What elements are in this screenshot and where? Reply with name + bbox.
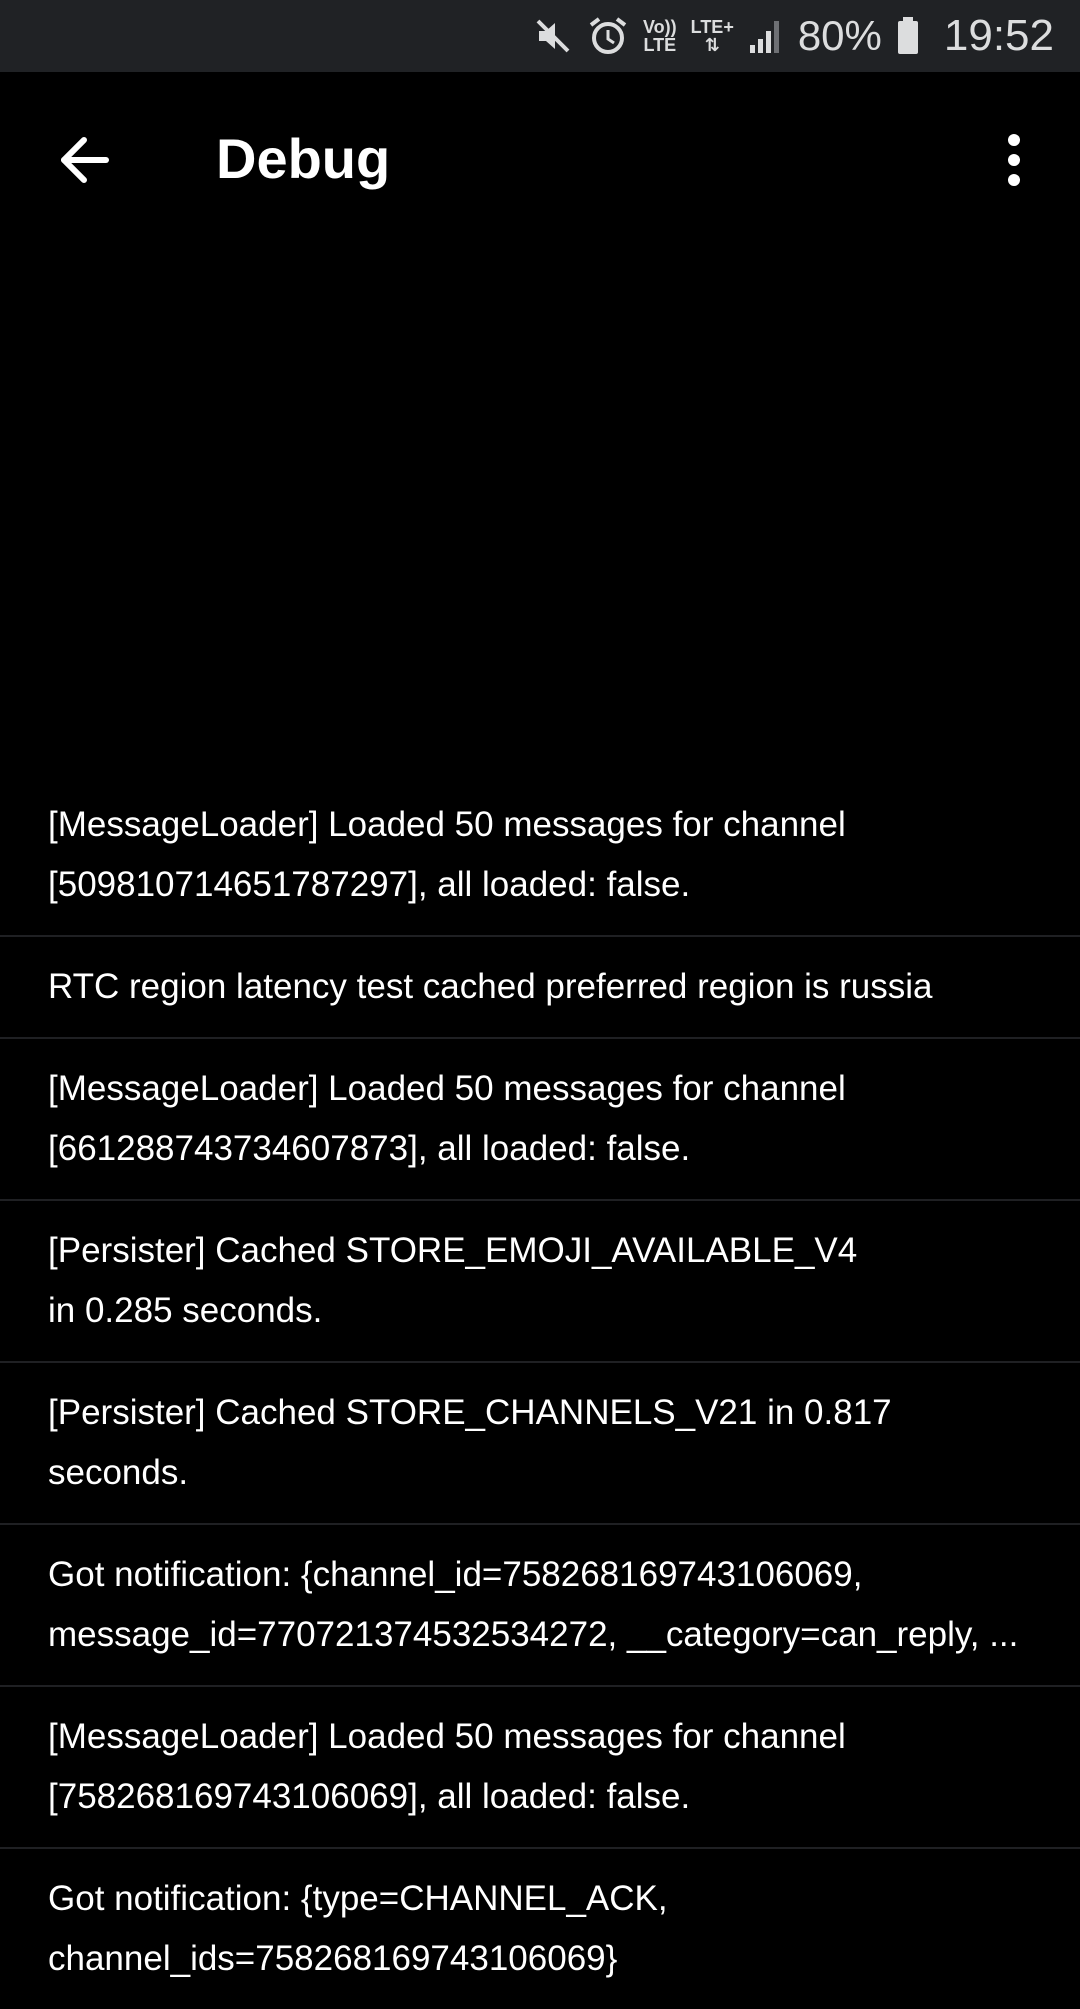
lte-plus-label: LTE+ (690, 17, 734, 37)
log-entry[interactable]: Got notification: {channel_id=7582681697… (0, 1525, 1080, 1687)
status-icons: Vo)) LTE LTE+ ⇅ 80% (533, 12, 920, 60)
arrow-left-icon (56, 132, 112, 193)
debug-log-list[interactable]: [MessageLoader] Loaded 50 messages for c… (0, 775, 1080, 2009)
log-entry[interactable]: RTC region latency test cached preferred… (0, 937, 1080, 1039)
battery-icon (896, 16, 920, 56)
clock: 19:52 (943, 11, 1054, 60)
battery-percent: 80% (797, 12, 882, 59)
log-entry[interactable]: [Persister] Cached STORE_CHANNELS_V21 in… (0, 1363, 1080, 1525)
log-entry[interactable]: [Persister] Cached STORE_EMOJI_AVAILABLE… (0, 1201, 1080, 1363)
log-entry[interactable]: Got notification: {type=CHANNEL_ACK, cha… (0, 1849, 1080, 2009)
app-bar: Debug (0, 72, 1080, 242)
status-bar: Vo)) LTE LTE+ ⇅ 80% 19:52 (0, 0, 1080, 72)
lte-plus-icon: LTE+ ⇅ (691, 18, 734, 54)
log-entry[interactable]: [MessageLoader] Loaded 50 messages for c… (0, 775, 1080, 937)
log-entry[interactable]: [MessageLoader] Loaded 50 messages for c… (0, 1687, 1080, 1849)
volte-icon: Vo)) LTE (643, 17, 677, 55)
page-title: Debug (216, 127, 391, 190)
alarm-icon (587, 15, 629, 57)
signal-icon (748, 17, 784, 55)
back-button[interactable] (36, 114, 132, 210)
mute-icon (533, 16, 573, 56)
overflow-menu-button[interactable] (966, 114, 1062, 210)
data-arrows-icon: ⇅ (704, 35, 720, 55)
more-vertical-icon (1004, 132, 1024, 193)
log-entry[interactable]: [MessageLoader] Loaded 50 messages for c… (0, 1039, 1080, 1201)
